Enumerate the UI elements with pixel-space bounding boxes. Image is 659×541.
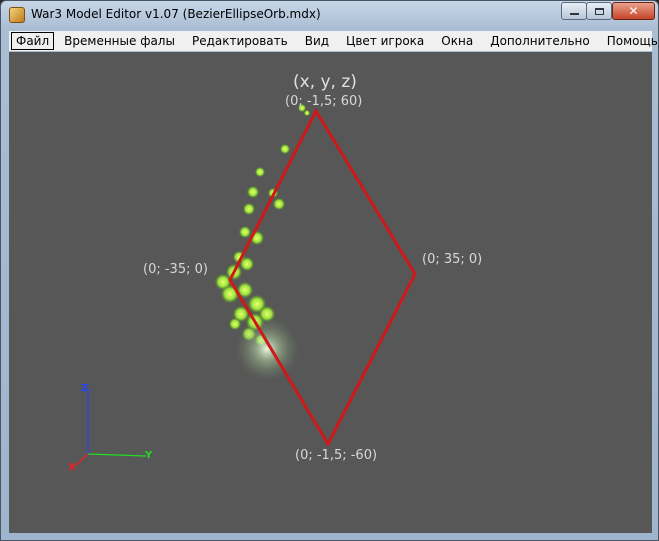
- x-axis-line: [74, 453, 89, 467]
- axis-label-y: Y: [145, 450, 153, 461]
- coords-header: (x, y, z): [293, 72, 357, 92]
- window-title: War3 Model Editor v1.07 (BezierEllipseOr…: [31, 7, 321, 21]
- particle-trail: [215, 104, 310, 346]
- label-bottom-point: (0; -1,5; -60): [295, 448, 378, 463]
- particle: [273, 198, 285, 210]
- label-right-point: (0; 35; 0): [422, 252, 483, 267]
- label-left-point: (0; -35; 0): [143, 262, 208, 277]
- minimize-icon: [569, 13, 579, 15]
- model-viewport[interactable]: (x, y, z) (0; -1,5; 60) (0; -35; 0) (0; …: [9, 52, 652, 533]
- maximize-icon: [594, 7, 604, 15]
- particle: [255, 167, 265, 177]
- menu-bar: Файл Временные фалы Редактировать Вид Цв…: [9, 31, 658, 51]
- particle: [239, 226, 251, 238]
- menu-view[interactable]: Вид: [298, 32, 336, 50]
- menu-temp-files[interactable]: Временные фалы: [57, 32, 182, 50]
- app-window: War3 Model Editor v1.07 (BezierEllipseOr…: [0, 0, 659, 541]
- menu-windows[interactable]: Окна: [434, 32, 480, 50]
- axis-label-z: Z: [81, 383, 89, 394]
- close-icon: ✕: [628, 4, 639, 18]
- menu-file[interactable]: Файл: [11, 32, 55, 50]
- menu-team-color[interactable]: Цвет игрока: [339, 32, 431, 50]
- y-axis-line: [87, 453, 147, 457]
- particle: [229, 318, 241, 330]
- maximize-button[interactable]: [586, 2, 612, 20]
- title-bar[interactable]: War3 Model Editor v1.07 (BezierEllipseOr…: [1, 1, 658, 29]
- axis-gizmo: [74, 388, 147, 467]
- menu-extras[interactable]: Дополнительно: [483, 32, 597, 50]
- particle: [280, 144, 290, 154]
- label-top-point: (0; -1,5; 60): [285, 94, 363, 109]
- app-icon: [9, 7, 25, 23]
- particle: [243, 203, 255, 215]
- close-button[interactable]: ✕: [612, 2, 655, 20]
- particle: [247, 186, 259, 198]
- menu-help[interactable]: Помощь: [600, 32, 658, 50]
- menu-edit[interactable]: Редактировать: [185, 32, 295, 50]
- minimize-button[interactable]: [561, 2, 587, 20]
- particle: [304, 110, 310, 116]
- axis-label-x: X: [68, 462, 76, 473]
- bezier-diamond-path: [228, 107, 417, 448]
- orb-glow: [235, 317, 299, 381]
